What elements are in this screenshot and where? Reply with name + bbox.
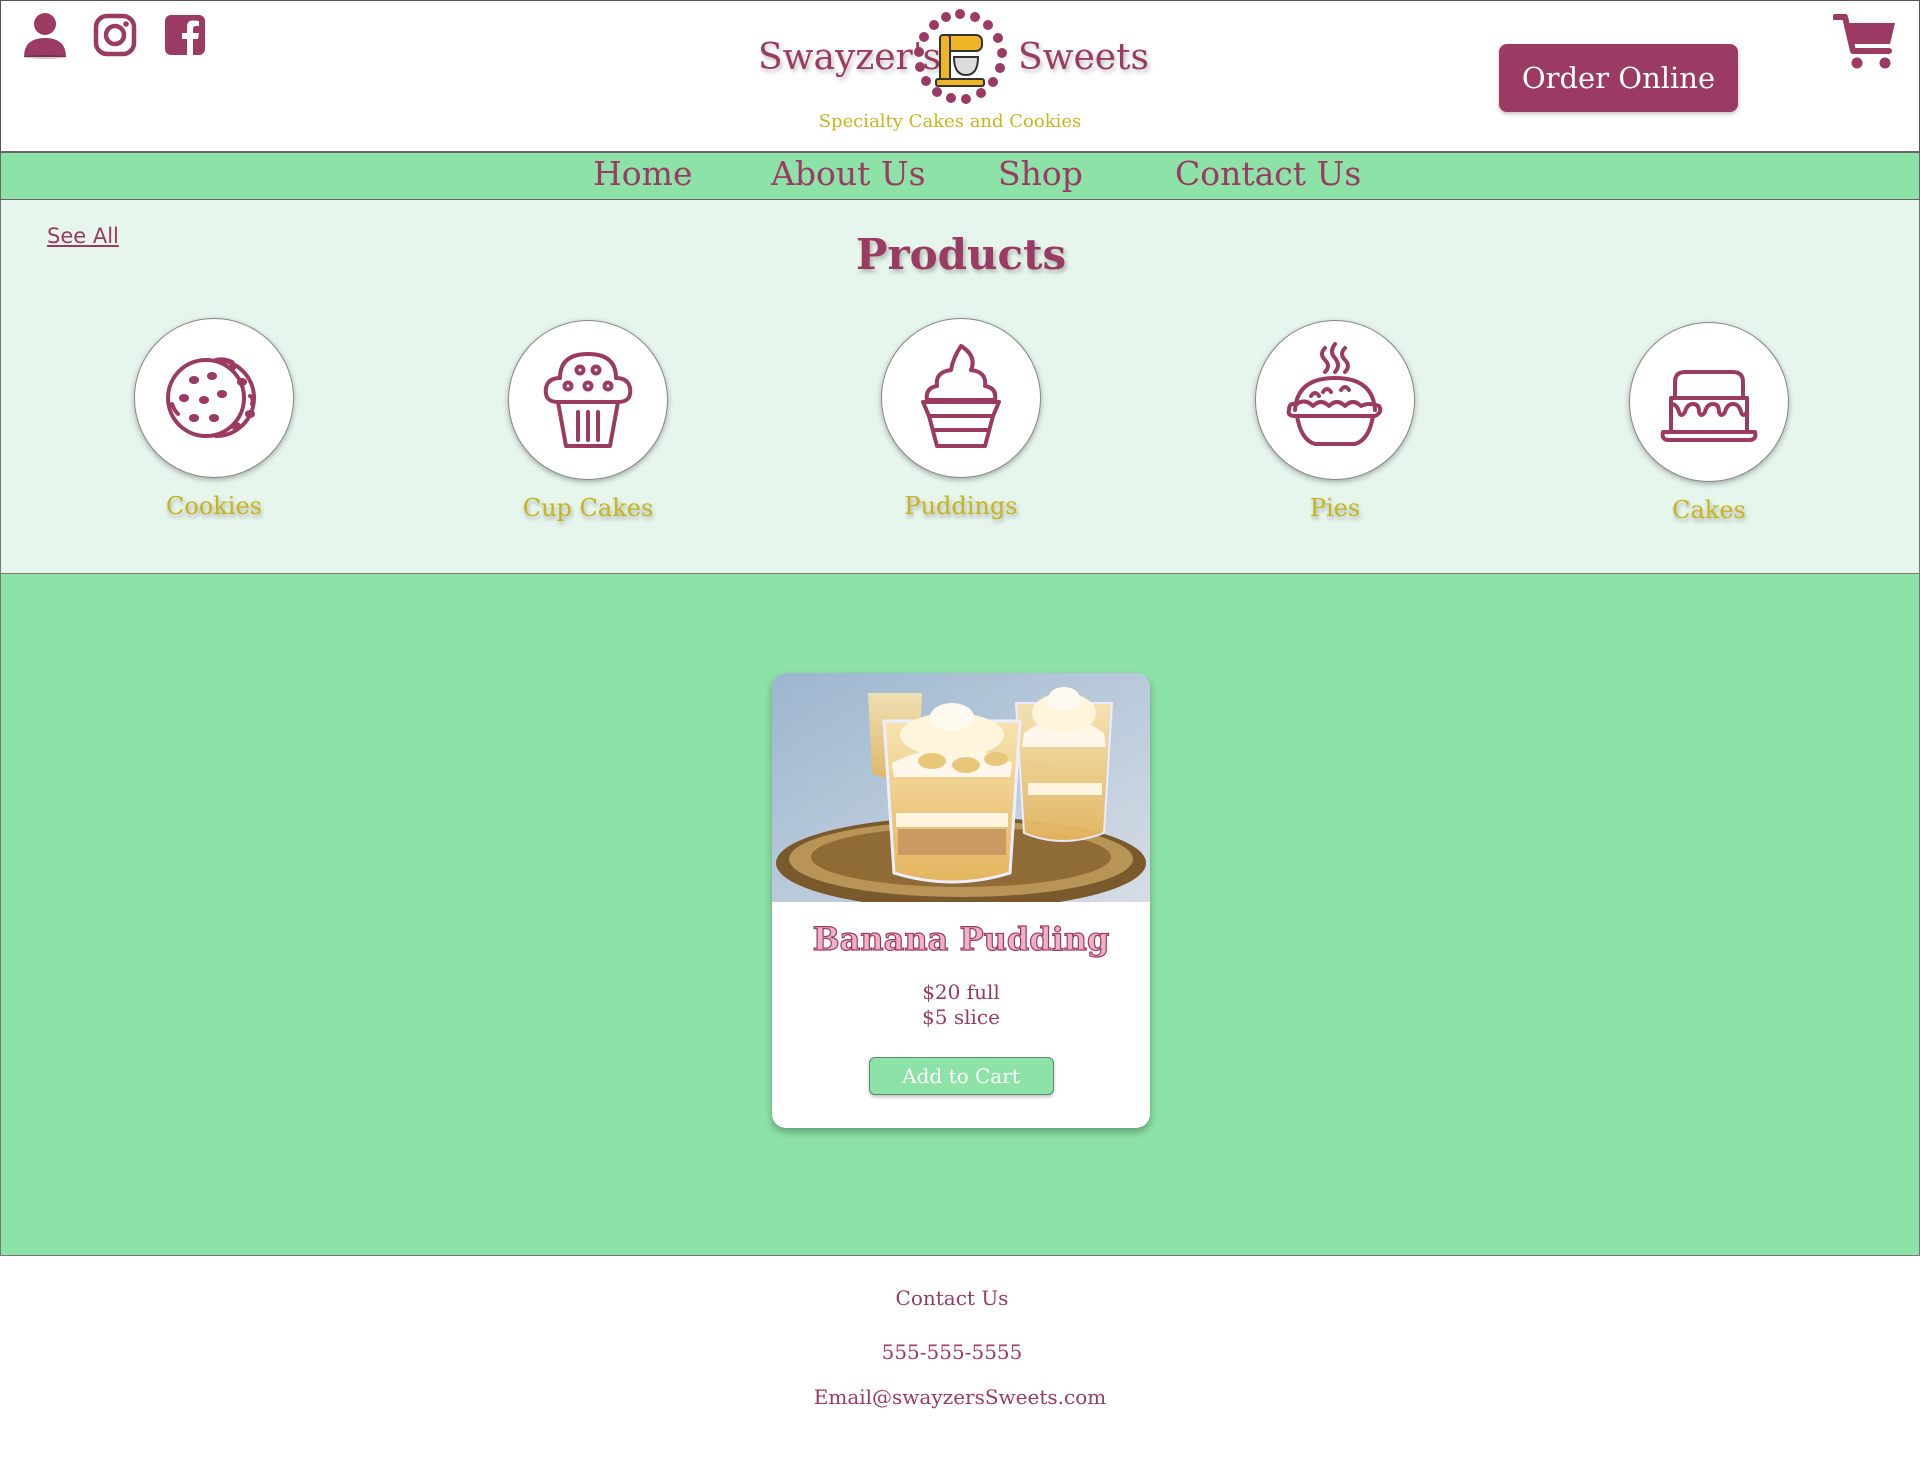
user-icon[interactable] <box>21 11 69 59</box>
nav-item-about-us[interactable]: About Us <box>771 154 926 193</box>
category-label: Cookies <box>166 492 262 520</box>
footer-phone[interactable]: 555-555-5555 <box>0 1340 1912 1364</box>
category-circle[interactable] <box>881 318 1041 478</box>
site-header: Swayzer's Sweets Specialty Cakes and Coo… <box>0 0 1920 153</box>
cupcake-icon <box>543 352 633 448</box>
instagram-icon[interactable] <box>91 11 139 59</box>
price-slice: $5 slice <box>922 1005 1000 1029</box>
nav-item-home[interactable]: Home <box>593 154 692 193</box>
pie-icon <box>1286 342 1383 446</box>
stand-mixer-logo-icon <box>914 9 1007 104</box>
category-cup-cakes[interactable]: Cup Cakes <box>488 320 688 522</box>
cake-icon <box>1660 370 1758 442</box>
facebook-icon[interactable] <box>161 11 209 59</box>
category-label: Pies <box>1309 494 1361 522</box>
product-title: Banana Pudding <box>812 919 1110 958</box>
category-label: Cup Cakes <box>522 494 654 522</box>
tagline: Specialty Cakes and Cookies <box>818 111 1082 132</box>
nav-item-contact-us[interactable]: Contact Us <box>1175 154 1361 193</box>
order-online-button[interactable]: Order Online <box>1499 44 1738 112</box>
footer-email[interactable]: Email@swayzersSweets.com <box>0 1385 1920 1409</box>
category-label: Puddings <box>904 492 1018 520</box>
footer-contact-heading[interactable]: Contact Us <box>0 1286 1912 1310</box>
shopping-cart-icon[interactable] <box>1833 11 1899 71</box>
banana-pudding-photo <box>772 673 1150 902</box>
social-links <box>21 11 209 59</box>
category-cookies[interactable]: Cookies <box>114 318 314 520</box>
featured-product-section: Banana Pudding $20 full $5 slice Add to … <box>0 574 1920 1256</box>
price-full: $20 full <box>922 980 1000 1004</box>
category-circle[interactable] <box>1629 322 1789 482</box>
main-nav: Home About Us Shop Contact Us <box>0 153 1920 200</box>
site-footer: Contact Us 555-555-5555 Email@swayzersSw… <box>0 1256 1920 1462</box>
pudding-icon <box>921 344 1001 448</box>
add-to-cart-button[interactable]: Add to Cart <box>868 1057 1054 1095</box>
cookies-icon <box>166 357 256 438</box>
category-circle[interactable] <box>1255 320 1415 480</box>
brand-name-right: Sweets <box>1018 37 1150 78</box>
brand-logo[interactable]: Swayzer's Sweets Specialty Cakes and Coo… <box>758 7 1168 137</box>
category-pies[interactable]: Pies <box>1235 320 1435 522</box>
products-heading: Products <box>855 230 1067 279</box>
category-circle[interactable] <box>134 318 294 478</box>
category-cakes[interactable]: Cakes <box>1609 322 1809 524</box>
product-card[interactable]: Banana Pudding $20 full $5 slice Add to … <box>772 673 1150 1128</box>
nav-item-shop[interactable]: Shop <box>998 154 1083 193</box>
category-label: Cakes <box>1672 496 1746 524</box>
category-circle[interactable] <box>508 320 668 480</box>
products-section: See All Products Cookies Cup Cakes Puddi… <box>0 200 1920 574</box>
category-puddings[interactable]: Puddings <box>861 318 1061 520</box>
